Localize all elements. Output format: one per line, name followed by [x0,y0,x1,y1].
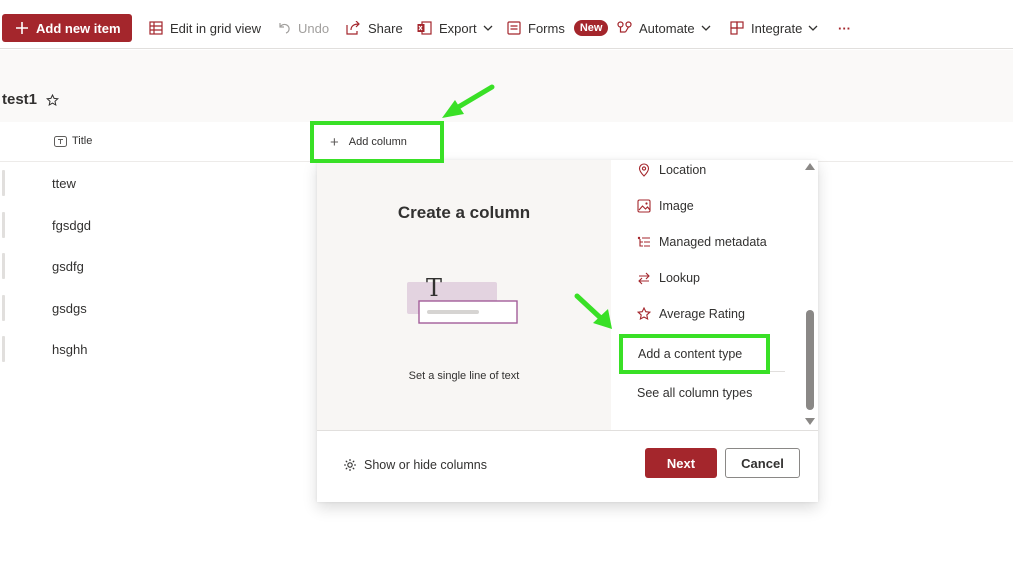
plus-icon: + [330,133,339,151]
undo-label: Undo [298,20,330,36]
more-label: ··· [838,20,851,36]
add-content-type-item[interactable]: Add a content type [619,334,770,374]
column-header-label: Title [72,135,93,147]
see-all-column-types-link[interactable]: See all column types [637,386,752,400]
show-hide-label: Show or hide columns [364,458,487,472]
edit-grid-view-button[interactable]: Edit in grid view [149,18,261,38]
location-icon [637,163,651,177]
row-selector[interactable] [2,253,5,279]
scroll-up-arrow[interactable] [805,163,815,170]
grid-icon [149,21,163,35]
column-type-label: Lookup [659,271,701,285]
column-type-average-rating[interactable]: Average Rating [637,307,745,321]
column-type-label: Managed metadata [659,235,767,249]
column-type-image[interactable]: Image [637,199,694,213]
row-selector[interactable] [2,212,5,238]
new-badge: New [573,20,609,36]
list-row[interactable]: ttew [0,170,320,196]
cancel-button[interactable]: Cancel [725,448,800,478]
undo-button[interactable]: Undo [277,18,329,38]
forms-button[interactable]: Forms New [507,18,609,38]
svg-text:T: T [426,274,442,302]
add-content-type-label: Add a content type [638,347,743,361]
show-hide-columns-button[interactable]: Show or hide columns [343,458,487,472]
create-column-panel: Create a column T Set a single line of t… [317,160,818,502]
star-icon[interactable] [46,94,59,107]
illustration-caption: Set a single line of text [408,370,520,382]
more-button[interactable]: ··· [838,18,851,38]
share-label: Share [368,20,403,36]
scroll-down-arrow[interactable] [805,418,815,425]
row-title[interactable]: fgsdgd [52,218,91,233]
page-title: test1 [2,91,38,108]
chevron-down-icon [808,23,818,33]
next-button[interactable]: Next [645,448,717,478]
panel-heading: Create a column [397,203,531,222]
chevron-down-icon [701,23,711,33]
share-icon [346,21,361,35]
list-row[interactable]: fgsdgd [0,212,320,238]
automate-button[interactable]: Automate [617,18,711,38]
integrate-icon [730,21,744,35]
excel-icon [417,21,432,35]
forms-icon [507,21,521,35]
row-title[interactable]: gsdfg [52,259,84,274]
edit-grid-view-label: Edit in grid view [170,20,262,36]
add-column-label: Add column [348,136,407,148]
export-label: Export [439,20,477,36]
list-header [0,122,1013,162]
integrate-label: Integrate [751,20,803,36]
gear-icon [343,458,357,472]
row-title[interactable]: ttew [52,176,76,191]
column-type-location[interactable]: Location [637,163,706,177]
text-column-icon [54,135,67,147]
chevron-down-icon [483,23,493,33]
column-preview: Create a column T Set a single line of t… [317,160,611,430]
text-field-illustration: T [407,274,518,324]
add-new-item-button[interactable]: Add new item [2,14,132,42]
lookup-arrows-icon [637,271,651,285]
column-type-label: Location [659,163,707,177]
row-title[interactable]: gsdgs [52,301,87,316]
column-type-lookup[interactable]: Lookup [637,271,700,285]
row-selector[interactable] [2,295,5,321]
row-selector[interactable] [2,170,5,196]
list-row[interactable]: gsdgs [0,295,320,321]
export-button[interactable]: Export [417,18,493,38]
undo-icon [277,21,291,35]
star-icon [637,307,651,321]
add-column-button[interactable]: + Add column [310,121,444,163]
automate-label: Automate [639,20,695,36]
page-header [0,50,1013,122]
share-button[interactable]: Share [346,18,403,38]
integrate-button[interactable]: Integrate [730,18,818,38]
metadata-icon [637,235,651,249]
row-selector[interactable] [2,336,5,362]
column-type-label: Image [659,199,694,213]
command-bar: Add new item Edit in grid view Undo Shar… [0,0,1013,49]
list-row[interactable]: hsghh [0,336,320,362]
automate-icon [617,21,632,35]
forms-label: Forms [528,20,565,36]
annotation-arrow-icon [574,293,612,329]
column-type-managed-metadata[interactable]: Managed metadata [637,235,767,249]
image-icon [637,199,651,213]
annotation-arrow-icon [442,84,495,118]
plus-icon [16,22,28,34]
add-new-item-label: Add new item [36,20,121,36]
column-header-title[interactable]: Title [54,135,92,147]
row-title[interactable]: hsghh [52,342,87,357]
list-row[interactable]: gsdfg [0,253,320,279]
column-type-label: Average Rating [659,307,745,321]
scrollbar-thumb[interactable] [806,310,814,410]
